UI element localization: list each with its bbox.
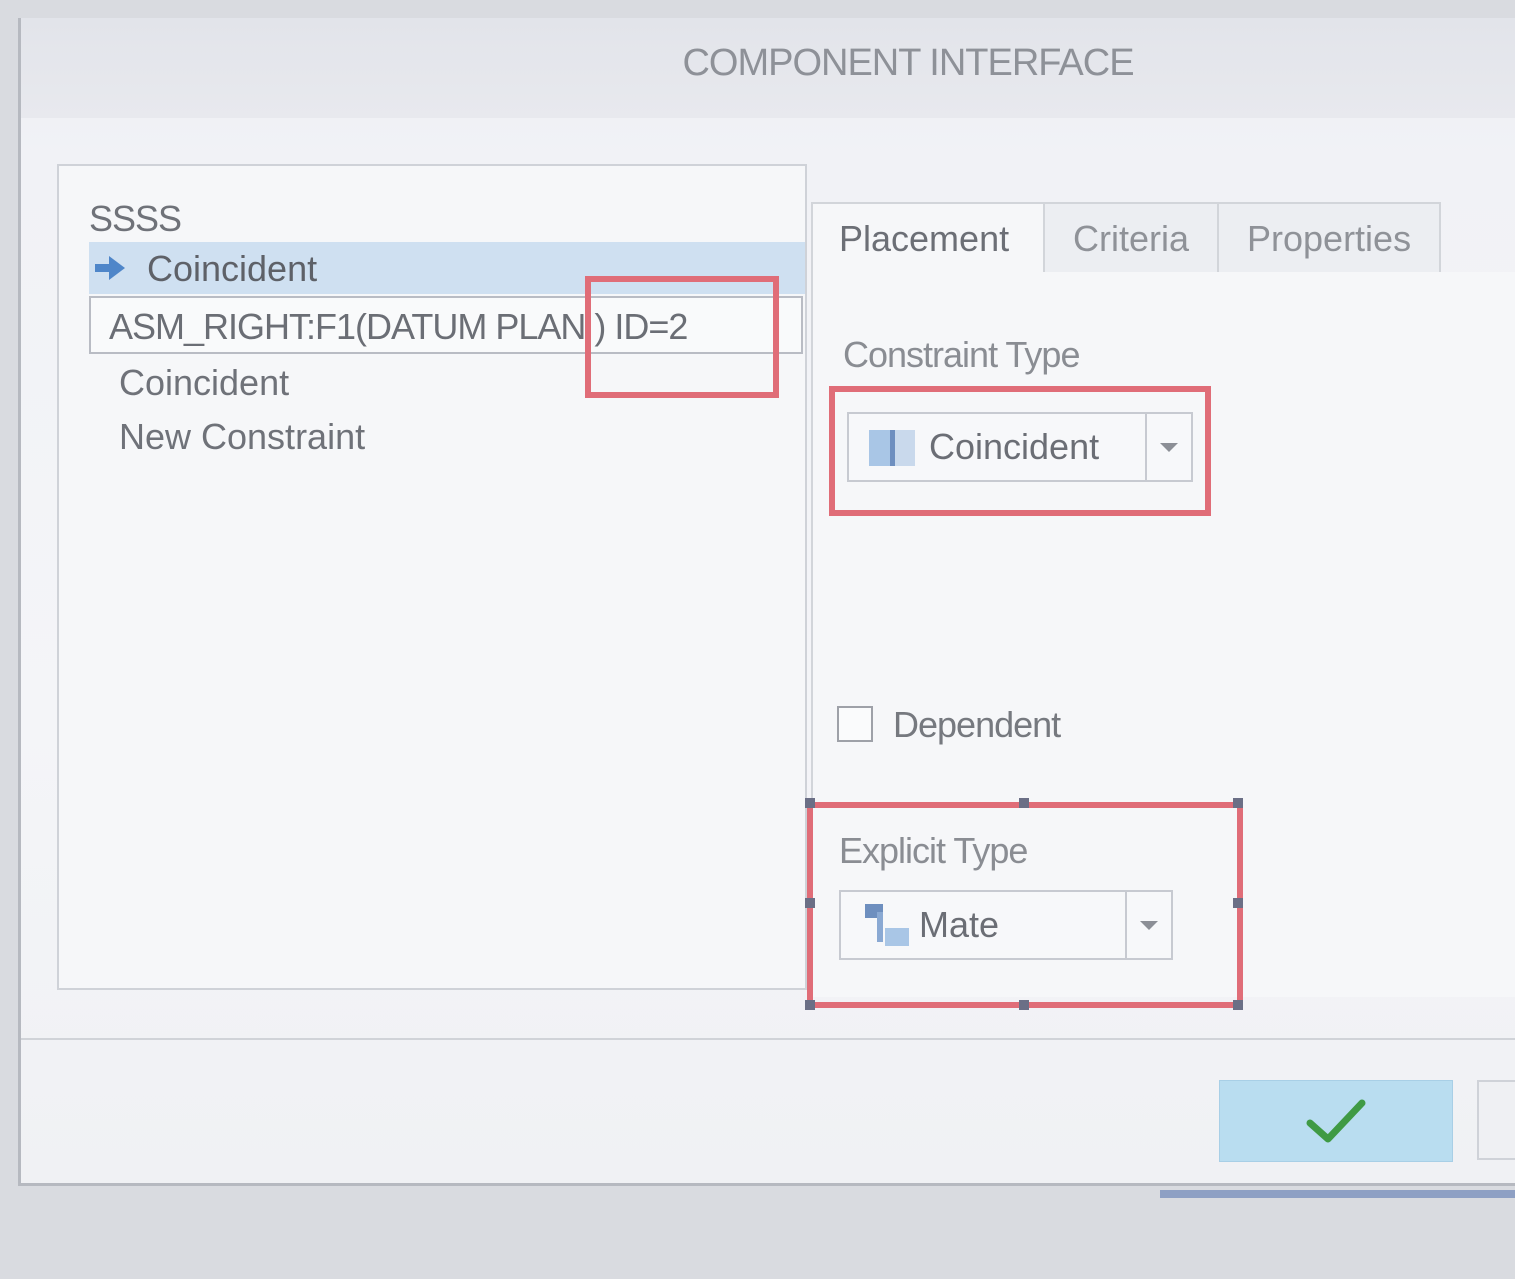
tab-criteria[interactable]: Criteria	[1045, 202, 1219, 274]
selection-handle	[1233, 898, 1243, 908]
selection-handle	[805, 898, 815, 908]
selection-handle	[805, 1000, 815, 1010]
title-bar: COMPONENT INTERFACE	[21, 18, 1515, 118]
selection-handle	[805, 798, 815, 808]
tab-properties[interactable]: Properties	[1219, 202, 1441, 274]
highlight-box-explicit-type	[807, 802, 1243, 1008]
dependent-checkbox[interactable]	[837, 706, 873, 742]
highlight-box-constraint-type	[829, 386, 1211, 516]
arrow-right-icon	[95, 256, 125, 280]
selection-handle	[1019, 1000, 1029, 1010]
tree-root-item[interactable]: SSSS	[89, 198, 182, 240]
tree-child-new-constraint[interactable]: New Constraint	[119, 416, 365, 458]
dependent-label: Dependent	[893, 704, 1061, 745]
selection-handle	[1019, 798, 1029, 808]
window-bottom-accent	[1160, 1190, 1515, 1198]
selection-handle	[1233, 1000, 1243, 1010]
constraint-type-label: Constraint Type	[843, 334, 1080, 375]
cancel-button[interactable]	[1477, 1080, 1515, 1160]
highlight-box-id	[585, 276, 779, 398]
window-title: COMPONENT INTERFACE	[682, 42, 1134, 84]
selection-handle	[1233, 798, 1243, 808]
constraint-tree-panel: SSSS Coincident ASM_RIGHT:F1(DATUM PLAN …	[57, 164, 807, 990]
tree-child-coincident[interactable]: Coincident	[119, 362, 289, 404]
footer-divider	[21, 1038, 1515, 1040]
tab-strip: Placement Criteria Properties	[811, 202, 1515, 274]
tree-selected-label: Coincident	[147, 248, 318, 289]
component-interface-window: COMPONENT INTERFACE SSSS Coincident ASM_…	[18, 18, 1515, 1186]
tab-placement[interactable]: Placement	[811, 202, 1045, 274]
ok-button[interactable]	[1219, 1080, 1453, 1162]
checkmark-icon	[1306, 1099, 1366, 1143]
